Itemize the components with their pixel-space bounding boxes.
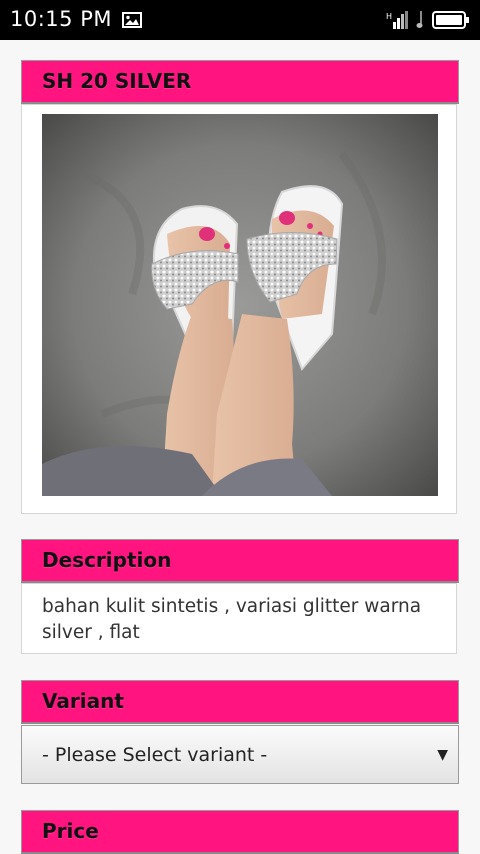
variant-select[interactable]: - Please Select variant - ▼	[21, 725, 459, 784]
battery-icon	[432, 11, 469, 29]
variant-selected-value: - Please Select variant -	[42, 744, 268, 766]
variant-heading: Variant	[42, 689, 124, 713]
description-panel: bahan kulit sintetis , variasi glitter w…	[21, 583, 457, 654]
product-image-panel	[21, 104, 457, 514]
variant-header: Variant	[21, 680, 459, 724]
product-title: SH 20 SILVER	[42, 69, 192, 93]
sandal-photo-image	[42, 114, 438, 496]
price-heading: Price	[42, 819, 99, 843]
status-time: 10:15 PM	[10, 7, 112, 31]
image-icon	[122, 12, 142, 28]
price-header: Price	[21, 810, 459, 854]
signal-icon: H	[386, 11, 408, 29]
description-text: bahan kulit sintetis , variasi glitter w…	[42, 596, 422, 643]
dropdown-arrow-icon: ▼	[437, 747, 448, 763]
music-note-icon	[416, 11, 423, 28]
description-heading: Description	[42, 548, 172, 572]
svg-text:H: H	[386, 12, 392, 21]
product-title-header: SH 20 SILVER	[21, 60, 459, 104]
product-photo[interactable]	[42, 114, 438, 496]
description-header: Description	[21, 539, 459, 583]
status-bar: 10:15 PM H	[0, 0, 480, 40]
